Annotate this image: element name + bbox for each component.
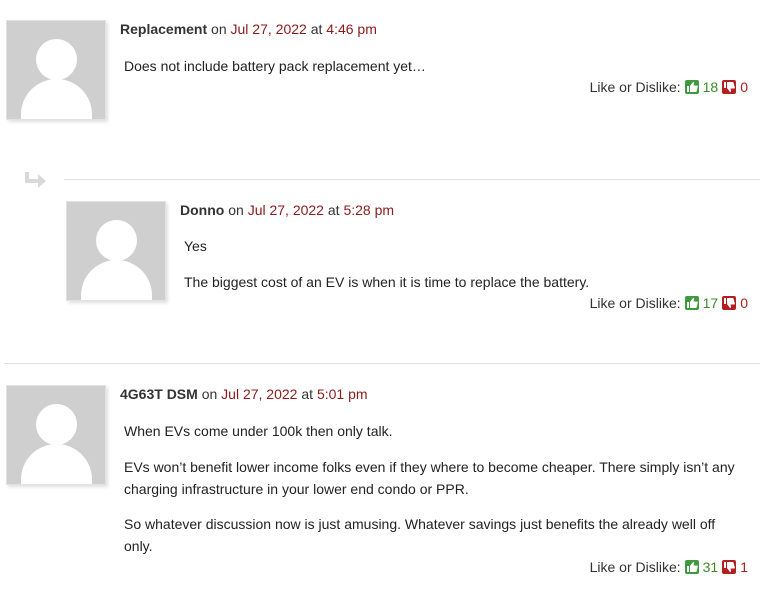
comment-text: EVs won’t benefit lower income folks eve… — [124, 459, 735, 475]
comment-author[interactable]: Replacement — [120, 21, 207, 37]
comment-text: only. — [124, 538, 153, 554]
divider — [4, 363, 760, 364]
comment-author[interactable]: Donno — [180, 202, 224, 218]
like-dislike-label: Like or Dislike: — [589, 559, 681, 575]
meta-on: on — [228, 202, 244, 218]
comment-meta: Replacement on Jul 27, 2022 at 4:46 pm — [120, 21, 377, 37]
comment-time[interactable]: 5:01 pm — [317, 386, 368, 402]
like-dislike-bar: Like or Dislike: 18 0 — [590, 79, 748, 95]
meta-at: at — [310, 21, 323, 37]
thumbs-down-icon[interactable] — [722, 296, 737, 310]
thumbs-up-icon[interactable] — [684, 296, 699, 310]
comment-date[interactable]: Jul 27, 2022 — [231, 21, 307, 37]
comment-meta: 4G63T DSM on Jul 27, 2022 at 5:01 pm — [120, 386, 368, 402]
like-dislike-bar: Like or Dislike: 17 0 — [590, 295, 748, 311]
thumbs-up-icon[interactable] — [684, 560, 699, 574]
meta-at: at — [301, 386, 314, 402]
like-count: 17 — [702, 295, 719, 311]
dislike-count: 1 — [740, 559, 748, 575]
thumbs-down-icon[interactable] — [722, 80, 737, 94]
thumbs-down-icon[interactable] — [722, 560, 737, 574]
like-count: 18 — [702, 79, 719, 95]
like-dislike-bar: Like or Dislike: 31 1 — [590, 559, 748, 575]
comment-author[interactable]: 4G63T DSM — [120, 386, 198, 402]
like-count: 31 — [702, 559, 719, 575]
comment-text: The biggest cost of an EV is when it is … — [184, 274, 590, 290]
comment-text: Yes — [184, 238, 207, 254]
dislike-count: 0 — [740, 295, 748, 311]
comment-text: charging infrastructure in your lower en… — [124, 481, 469, 497]
comment-date[interactable]: Jul 27, 2022 — [221, 386, 297, 402]
avatar[interactable] — [66, 201, 166, 301]
avatar[interactable] — [6, 385, 106, 485]
meta-on: on — [211, 21, 227, 37]
avatar[interactable] — [6, 20, 106, 120]
like-dislike-label: Like or Dislike: — [589, 79, 681, 95]
comment-text: Does not include battery pack replacemen… — [124, 58, 426, 74]
reply-arrow-icon — [25, 172, 46, 188]
meta-at: at — [327, 202, 340, 218]
comment-time[interactable]: 5:28 pm — [343, 202, 394, 218]
comment-meta: Donno on Jul 27, 2022 at 5:28 pm — [180, 202, 394, 218]
like-dislike-label: Like or Dislike: — [589, 295, 681, 311]
divider — [64, 179, 760, 180]
comment-text: When EVs come under 100k then only talk. — [124, 423, 393, 439]
comment-time[interactable]: 4:46 pm — [326, 21, 377, 37]
comment-text: So whatever discussion now is just amusi… — [124, 516, 716, 532]
dislike-count: 0 — [740, 79, 748, 95]
meta-on: on — [201, 386, 218, 402]
comment-date[interactable]: Jul 27, 2022 — [248, 202, 324, 218]
thumbs-up-icon[interactable] — [684, 80, 699, 94]
